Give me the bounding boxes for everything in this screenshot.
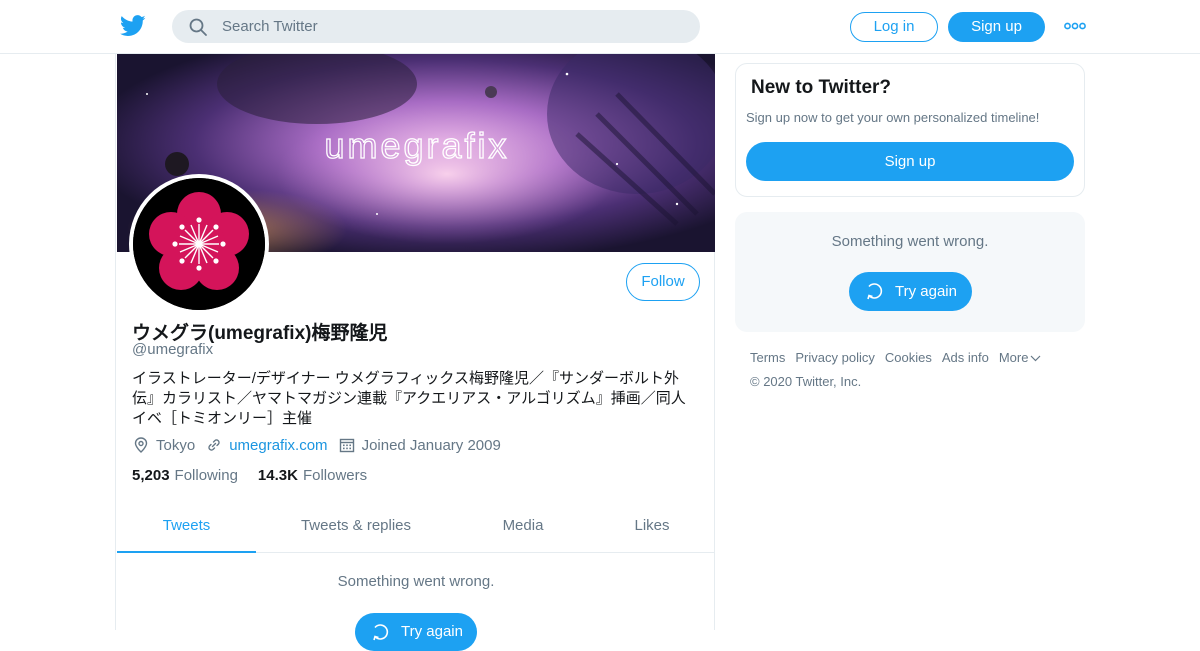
search-box[interactable]: [172, 10, 700, 43]
signup-card-title: New to Twitter?: [751, 77, 892, 98]
followers-stat[interactable]: 14.3K Followers: [258, 467, 367, 484]
footer-link-terms[interactable]: Terms: [750, 350, 785, 365]
profile-bio: イラストレーター/デザイナー ウメグラフィックス梅野隆児／『サンダーボルト外伝』…: [132, 370, 686, 427]
follow-button[interactable]: Follow: [626, 263, 700, 301]
following-label: Following: [174, 467, 238, 484]
followers-count: 14.3K: [257, 467, 298, 484]
twitter-bird-icon[interactable]: [120, 14, 146, 38]
profile-tabs: Tweets Tweets & replies Media Likes: [117, 504, 715, 553]
sidebar-error-message: Something went wrong.: [831, 233, 989, 250]
following-stat[interactable]: 5,203 Following: [132, 467, 238, 484]
login-button[interactable]: Log in: [850, 12, 938, 42]
refresh-icon: [867, 283, 883, 300]
tab-tweets-replies[interactable]: Tweets & replies: [256, 504, 456, 553]
banner-logo-text: umegrafix: [324, 125, 509, 166]
footer-more-label: More: [998, 350, 1029, 365]
tab-tweets[interactable]: Tweets: [117, 504, 256, 553]
location-item: Tokyo: [132, 436, 195, 454]
timeline-try-again-label: Try again: [401, 623, 463, 640]
profile-handle: @umegrafix: [132, 341, 214, 358]
tab-media[interactable]: Media: [456, 504, 590, 553]
refresh-icon: [373, 624, 389, 641]
more-options-icon[interactable]: [1064, 18, 1086, 34]
following-count: 5,203: [132, 467, 170, 484]
tab-likes[interactable]: Likes: [590, 504, 714, 553]
calendar-icon: [339, 438, 354, 453]
sidebar-try-again-button[interactable]: Try again: [849, 272, 972, 311]
sidebar-error-card: Something went wrong. Try again: [735, 212, 1085, 332]
location-pin-icon: [134, 437, 148, 453]
profile-avatar[interactable]: [129, 174, 269, 314]
search-icon: [189, 18, 207, 36]
sidebar-try-again-label: Try again: [895, 283, 957, 300]
footer-link-privacy[interactable]: Privacy policy: [795, 350, 874, 365]
followers-label: Followers: [302, 467, 368, 484]
timeline-error-message: Something went wrong.: [337, 573, 495, 590]
website-link[interactable]: umegrafix.com: [229, 437, 327, 454]
signup-button[interactable]: Sign up: [948, 12, 1045, 42]
location-text: Tokyo: [156, 436, 196, 454]
joined-item: Joined January 2009: [338, 436, 501, 454]
footer-links: Terms Privacy policy Cookies Ads info Mo…: [750, 350, 1080, 365]
profile-column: umegrafix Follow ウメグラ(umegrafix)梅野隆児 @um…: [115, 54, 715, 651]
footer-more-menu[interactable]: More: [999, 350, 1042, 365]
timeline-try-again-button[interactable]: Try again: [355, 613, 477, 651]
signup-card-text: Sign up now to get your own personalized…: [746, 110, 1040, 125]
new-to-twitter-card: New to Twitter? Sign up now to get your …: [735, 63, 1085, 197]
plum-blossom-logo: [133, 178, 265, 310]
signup-card-button[interactable]: Sign up: [746, 142, 1074, 181]
profile-stats: 5,203 Following 14.3K Followers: [132, 467, 387, 484]
website-item[interactable]: umegrafix.com: [205, 436, 328, 454]
link-icon: [208, 439, 220, 451]
joined-text: Joined January 2009: [361, 436, 501, 454]
chevron-down-icon: [1031, 355, 1041, 361]
footer: Terms Privacy policy Cookies Ads info Mo…: [750, 350, 1080, 389]
top-navigation-bar: Log in Sign up: [0, 0, 1200, 54]
footer-link-cookies[interactable]: Cookies: [885, 350, 932, 365]
search-input[interactable]: [222, 10, 682, 43]
footer-link-ads-info[interactable]: Ads info: [942, 350, 989, 365]
profile-meta: Tokyo umegrafix.com Joined January 2009: [132, 436, 511, 454]
copyright: © 2020 Twitter, Inc.: [750, 374, 862, 389]
